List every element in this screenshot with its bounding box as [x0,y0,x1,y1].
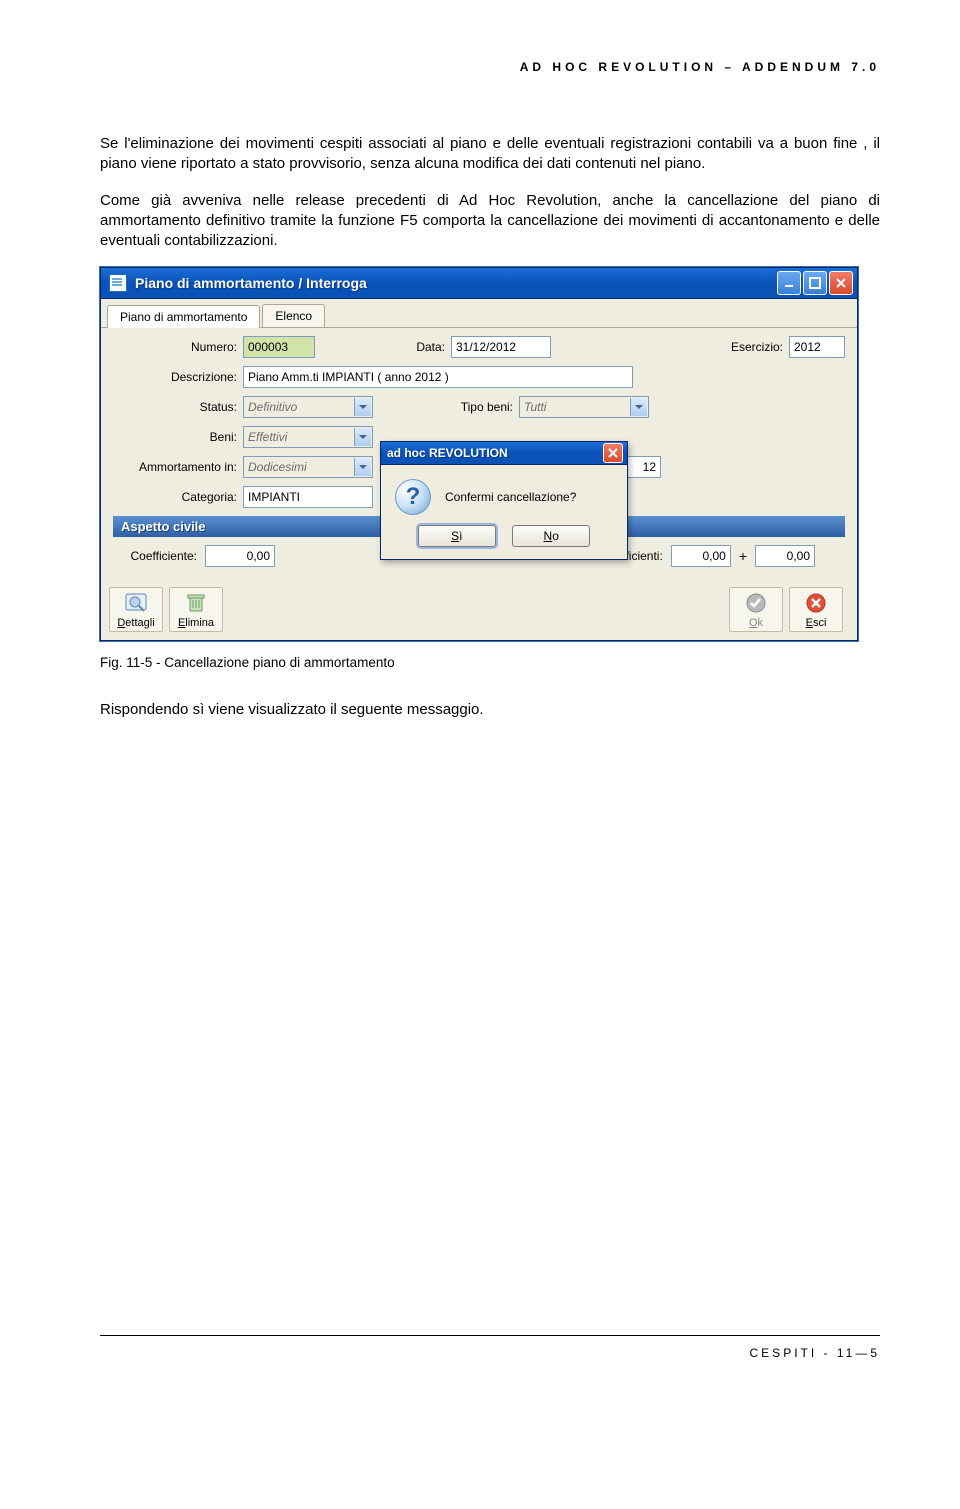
titlebar[interactable]: Piano di ammortamento / Interroga [101,268,857,299]
paragraph-3: Rispondendo sì viene visualizzato il seg… [100,700,880,720]
label-tipobeni: Tipo beni: [453,400,513,414]
dettagli-label: ettagli [125,617,154,629]
paragraph-1: Se l'eliminazione dei movimenti cespiti … [100,134,880,175]
minimize-button[interactable] [777,271,801,295]
select-tipobeni[interactable]: Tutti [519,396,649,418]
dialog-close-button[interactable] [603,443,623,463]
page-footer: CESPITI - 11—5 [100,1335,880,1360]
select-beni[interactable]: Effettivi [243,426,373,448]
esci-button[interactable]: Esci [789,587,843,632]
question-icon: ? [395,479,431,515]
maximize-button[interactable] [803,271,827,295]
select-ammin[interactable]: Dodicesimi [243,456,373,478]
input-data[interactable]: 31/12/2012 [451,336,551,358]
trash-icon [182,591,210,615]
dialog-no-button[interactable]: No [512,525,590,547]
select-beni-value: Effettivi [248,427,287,447]
label-esercizio: Esercizio: [723,340,783,354]
document-icon [109,274,127,292]
elimina-label: limina [185,617,214,629]
dialog-message: Confermi cancellazione? [445,490,576,504]
label-descrizione: Descrizione: [113,370,237,384]
tab-piano[interactable]: Piano di ammortamento [107,305,260,328]
label-numero: Numero: [113,340,237,354]
paragraph-2: Come già avveniva nelle release preceden… [100,191,880,252]
check-icon [742,591,770,615]
input-coeff-f1[interactable]: 0,00 [671,545,731,567]
input-ammin-n[interactable]: 12 [623,456,661,478]
label-ammin: Ammortamento in: [113,460,237,474]
label-status: Status: [113,400,237,414]
tabs: Piano di ammortamento Elenco [101,299,857,328]
figure-caption: Fig. 11-5 - Cancellazione piano di ammor… [100,655,880,670]
close-button[interactable] [829,271,853,295]
dettagli-button[interactable]: Dettagli [109,587,163,632]
ok-label: k [758,617,764,629]
window-title: Piano di ammortamento / Interroga [135,275,775,291]
input-categoria[interactable]: IMPIANTI [243,486,373,508]
label-categoria: Categoria: [113,490,237,504]
input-numero[interactable]: 000003 [243,336,315,358]
select-status-value: Definitivo [248,397,297,417]
input-descrizione[interactable]: Piano Amm.ti IMPIANTI ( anno 2012 ) [243,366,633,388]
plus-icon: + [739,548,747,564]
label-data: Data: [405,340,445,354]
tab-elenco[interactable]: Elenco [262,304,325,327]
elimina-button[interactable]: Elimina [169,587,223,632]
chevron-down-icon [354,398,371,416]
select-ammin-value: Dodicesimi [248,457,307,477]
ok-button[interactable]: Ok [729,587,783,632]
dialog-title: ad hoc REVOLUTION [387,446,601,460]
input-coeff-f2[interactable]: 0,00 [755,545,815,567]
confirm-dialog: ad hoc REVOLUTION ? Confermi cancellazio… [380,441,628,560]
select-status[interactable]: Definitivo [243,396,373,418]
label-coeff-civile: Coefficiente: [113,549,197,563]
chevron-down-icon [630,398,647,416]
dialog-yes-button[interactable]: Sì [418,525,496,547]
input-esercizio[interactable]: 2012 [789,336,845,358]
label-beni: Beni: [113,430,237,444]
esci-label: sci [813,617,826,629]
input-coeff-civile[interactable]: 0,00 [205,545,275,567]
page-header: AD HOC REVOLUTION – ADDENDUM 7.0 [100,60,880,74]
chevron-down-icon [354,458,371,476]
select-tipobeni-value: Tutti [524,397,546,417]
search-icon [122,591,150,615]
chevron-down-icon [354,428,371,446]
exit-icon [802,591,830,615]
